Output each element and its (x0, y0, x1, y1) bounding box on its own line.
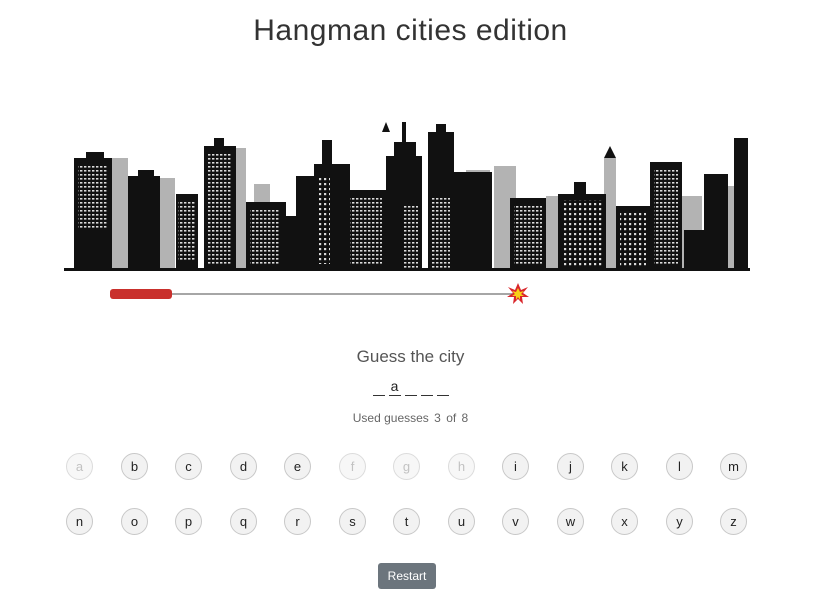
used-guesses-counter: Used guesses 3 of 8 (0, 411, 821, 425)
letter-key-f[interactable]: f (339, 453, 366, 480)
letter-key-n[interactable]: n (66, 508, 93, 535)
fuse-timer (110, 283, 529, 304)
letter-key-o[interactable]: o (121, 508, 148, 535)
letter-key-m[interactable]: m (720, 453, 747, 480)
letter-key-g[interactable]: g (393, 453, 420, 480)
letter-slot: a (388, 379, 401, 396)
letter-key-e[interactable]: e (284, 453, 311, 480)
of-label: of (446, 411, 457, 425)
letter-slot (436, 379, 449, 396)
max-count: 8 (461, 411, 469, 425)
fuse-stick (110, 289, 172, 299)
letter-key-y[interactable]: y (666, 508, 693, 535)
letter-key-h[interactable]: h (448, 453, 475, 480)
restart-button[interactable]: Restart (378, 563, 436, 589)
letter-key-v[interactable]: v (502, 508, 529, 535)
letter-key-w[interactable]: w (557, 508, 584, 535)
word-display: a (0, 379, 821, 396)
prompt-text: Guess the city (356, 347, 465, 366)
letter-key-x[interactable]: x (611, 508, 638, 535)
letter-key-t[interactable]: t (393, 508, 420, 535)
letter-key-b[interactable]: b (121, 453, 148, 480)
letter-key-i[interactable]: i (502, 453, 529, 480)
letter-key-l[interactable]: l (666, 453, 693, 480)
letter-slot (372, 379, 385, 396)
letter-key-u[interactable]: u (448, 508, 475, 535)
used-count: 3 (434, 411, 441, 425)
letter-key-d[interactable]: d (230, 453, 257, 480)
city-skyline-image (64, 122, 750, 271)
letter-key-a[interactable]: a (66, 453, 93, 480)
letter-key-r[interactable]: r (284, 508, 311, 535)
letter-key-q[interactable]: q (230, 508, 257, 535)
used-label: Used guesses (352, 411, 429, 425)
letter-key-k[interactable]: k (611, 453, 638, 480)
letter-key-c[interactable]: c (175, 453, 202, 480)
letter-key-s[interactable]: s (339, 508, 366, 535)
letter-slot (404, 379, 417, 396)
letter-key-z[interactable]: z (720, 508, 747, 535)
page-title: Hangman cities edition (253, 14, 568, 47)
letter-slot (420, 379, 433, 396)
letter-key-p[interactable]: p (175, 508, 202, 535)
letter-key-j[interactable]: j (557, 453, 584, 480)
